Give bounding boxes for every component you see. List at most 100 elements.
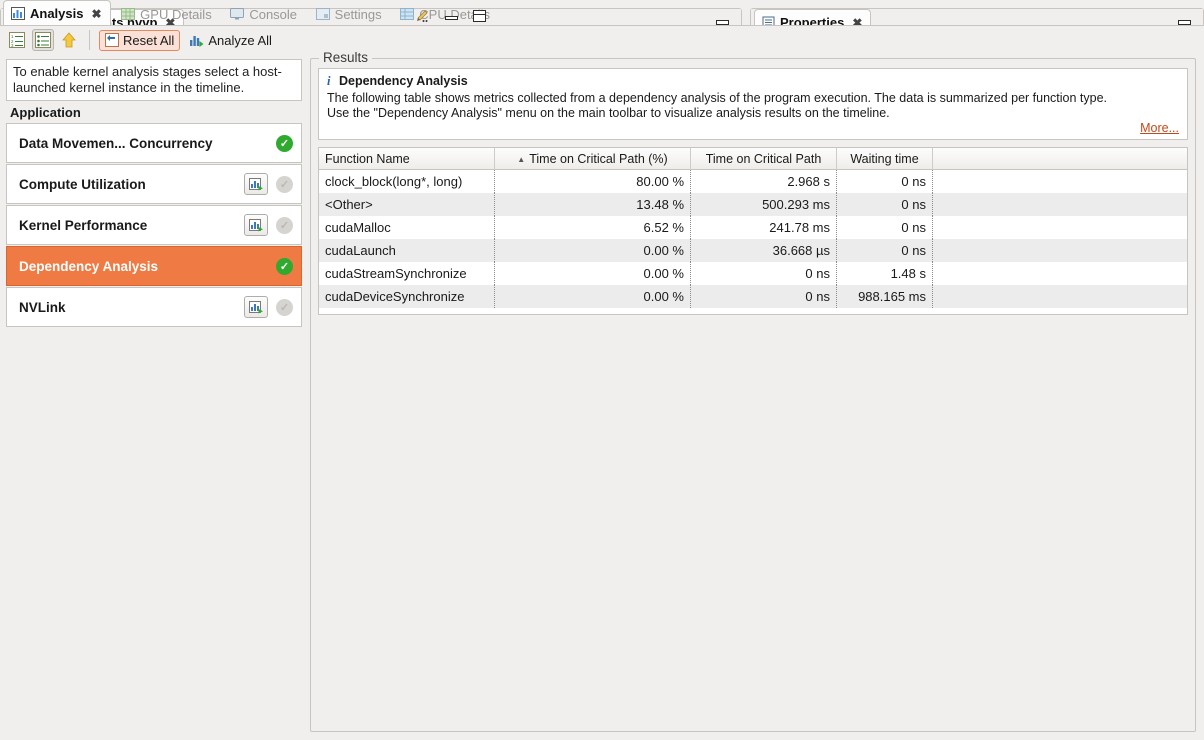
column-header-waiting-time[interactable]: Waiting time bbox=[837, 148, 933, 170]
tab-analysis[interactable]: Analysis ✖ bbox=[3, 0, 111, 26]
reset-all-label: Reset All bbox=[123, 33, 174, 48]
tab-label: Analysis bbox=[30, 6, 83, 21]
tab-label: GPU Details bbox=[140, 7, 212, 22]
up-arrow-icon[interactable] bbox=[58, 29, 80, 51]
results-description: i Dependency Analysis The following tabl… bbox=[318, 68, 1188, 140]
reset-icon bbox=[105, 33, 119, 47]
stage-label: Data Movemen... Concurrency bbox=[19, 136, 268, 151]
cell-function-name: <Other> bbox=[319, 193, 495, 216]
cell-pct: 0.00 % bbox=[495, 285, 691, 308]
stage-nvlink[interactable]: NVLink ✓ bbox=[6, 287, 302, 327]
cell-pct: 13.48 % bbox=[495, 193, 691, 216]
console-icon bbox=[230, 8, 244, 20]
section-label-application: Application bbox=[10, 105, 302, 120]
column-header-time-critical-path[interactable]: Time on Critical Path bbox=[691, 148, 837, 170]
stage-check-icon: ✓ bbox=[276, 135, 293, 152]
sort-ascending-icon: ▲ bbox=[517, 155, 525, 164]
results-group: Results i Dependency Analysis The follow… bbox=[310, 58, 1196, 732]
stage-check-icon: ✓ bbox=[276, 217, 293, 234]
cell-pct: 6.52 % bbox=[495, 216, 691, 239]
cell-waiting-time: 0 ns bbox=[837, 239, 933, 262]
cell-spacer bbox=[933, 170, 1187, 193]
column-header-function-name[interactable]: Function Name bbox=[319, 148, 495, 170]
analysis-window-controls bbox=[414, 10, 486, 23]
stage-compute-utilization[interactable]: Compute Utilization ✓ bbox=[6, 164, 302, 204]
analyze-all-label: Analyze All bbox=[208, 33, 272, 48]
results-table-header: Function Name ▲ Time on Critical Path (%… bbox=[319, 148, 1187, 170]
cell-function-name: clock_block(long*, long) bbox=[319, 170, 495, 193]
pencil-icon[interactable] bbox=[414, 9, 430, 23]
stage-check-icon: ✓ bbox=[276, 258, 293, 275]
bottom-tabstrip: Analysis ✖ GPU Details bbox=[0, 0, 498, 26]
results-description-title: Dependency Analysis bbox=[339, 74, 468, 88]
stage-data-movement-concurrency[interactable]: Data Movemen... Concurrency ✓ bbox=[6, 123, 302, 163]
table-row[interactable]: cudaDeviceSynchronize 0.00 % 0 ns 988.16… bbox=[319, 285, 1187, 308]
cell-spacer bbox=[933, 216, 1187, 239]
reset-all-button[interactable]: Reset All bbox=[99, 30, 180, 51]
stage-check-icon: ✓ bbox=[276, 176, 293, 193]
gpu-details-icon bbox=[121, 8, 135, 20]
table-row[interactable]: cudaMalloc 6.52 % 241.78 ms 0 ns bbox=[319, 216, 1187, 239]
tab-gpu-details[interactable]: GPU Details bbox=[114, 1, 220, 27]
table-row[interactable]: clock_block(long*, long) 80.00 % 2.968 s… bbox=[319, 170, 1187, 193]
cell-time-critical-path: 36.668 µs bbox=[691, 239, 837, 262]
cell-time-critical-path: 0 ns bbox=[691, 262, 837, 285]
info-icon: i bbox=[327, 74, 330, 88]
cell-time-critical-path: 241.78 ms bbox=[691, 216, 837, 239]
cell-waiting-time: 0 ns bbox=[837, 193, 933, 216]
stage-check-icon: ✓ bbox=[276, 299, 293, 316]
column-header-time-critical-path-pct[interactable]: ▲ Time on Critical Path (%) bbox=[495, 148, 691, 170]
cell-pct: 0.00 % bbox=[495, 239, 691, 262]
results-table[interactable]: Function Name ▲ Time on Critical Path (%… bbox=[318, 147, 1188, 315]
close-icon[interactable]: ✖ bbox=[91, 7, 101, 21]
cell-time-critical-path: 0 ns bbox=[691, 285, 837, 308]
table-row[interactable]: cudaStreamSynchronize 0.00 % 0 ns 1.48 s bbox=[319, 262, 1187, 285]
stage-dependency-analysis[interactable]: Dependency Analysis ✓ bbox=[6, 246, 302, 286]
analyze-all-button[interactable]: Analyze All bbox=[184, 31, 277, 50]
tab-label: Settings bbox=[335, 7, 382, 22]
cell-spacer bbox=[933, 239, 1187, 262]
analysis-right-edge bbox=[1198, 51, 1204, 740]
cell-function-name: cudaLaunch bbox=[319, 239, 495, 262]
stage-label: NVLink bbox=[19, 300, 236, 315]
stage-kernel-performance[interactable]: Kernel Performance ✓ bbox=[6, 205, 302, 245]
results-legend-label: Results bbox=[319, 50, 372, 65]
tab-label: Console bbox=[249, 7, 297, 22]
stage-run-chart-button[interactable] bbox=[244, 173, 268, 195]
cell-spacer bbox=[933, 193, 1187, 216]
cell-function-name: cudaStreamSynchronize bbox=[319, 262, 495, 285]
tab-console[interactable]: Console bbox=[223, 1, 305, 27]
stage-label: Kernel Performance bbox=[19, 218, 236, 233]
cell-pct: 80.00 % bbox=[495, 170, 691, 193]
stage-run-chart-button[interactable] bbox=[244, 296, 268, 318]
cell-time-critical-path: 500.293 ms bbox=[691, 193, 837, 216]
stage-run-chart-button[interactable] bbox=[244, 214, 268, 236]
analysis-icon bbox=[11, 7, 25, 20]
list-guided-icon[interactable] bbox=[32, 29, 54, 51]
list-unguided-icon[interactable]: 1 2 3 bbox=[6, 29, 28, 51]
table-row[interactable]: <Other> 13.48 % 500.293 ms 0 ns bbox=[319, 193, 1187, 216]
analysis-content: 1 2 3 bbox=[0, 25, 1204, 740]
minimize-icon[interactable] bbox=[445, 16, 458, 20]
stage-label: Compute Utilization bbox=[19, 177, 236, 192]
maximize-icon[interactable] bbox=[473, 10, 486, 22]
column-header-label: Time on Critical Path (%) bbox=[529, 152, 667, 166]
cell-function-name: cudaDeviceSynchronize bbox=[319, 285, 495, 308]
column-header-spacer bbox=[933, 148, 1187, 170]
analysis-hint: To enable kernel analysis stages select … bbox=[6, 59, 302, 101]
cell-function-name: cudaMalloc bbox=[319, 216, 495, 239]
cell-waiting-time: 0 ns bbox=[837, 216, 933, 239]
tab-settings[interactable]: Settings bbox=[309, 1, 390, 27]
stage-label: Dependency Analysis bbox=[19, 259, 268, 274]
cell-waiting-time: 0 ns bbox=[837, 170, 933, 193]
settings-icon bbox=[316, 8, 330, 20]
analysis-panel: Analysis ✖ GPU Details bbox=[0, 0, 1204, 397]
analyze-icon bbox=[189, 33, 204, 47]
cell-waiting-time: 1.48 s bbox=[837, 262, 933, 285]
more-link[interactable]: More... bbox=[1140, 121, 1179, 136]
cell-pct: 0.00 % bbox=[495, 262, 691, 285]
cell-spacer bbox=[933, 285, 1187, 308]
table-row[interactable]: cudaLaunch 0.00 % 36.668 µs 0 ns bbox=[319, 239, 1187, 262]
stage-list: To enable kernel analysis stages select … bbox=[6, 59, 302, 732]
cpu-details-icon bbox=[400, 8, 414, 20]
